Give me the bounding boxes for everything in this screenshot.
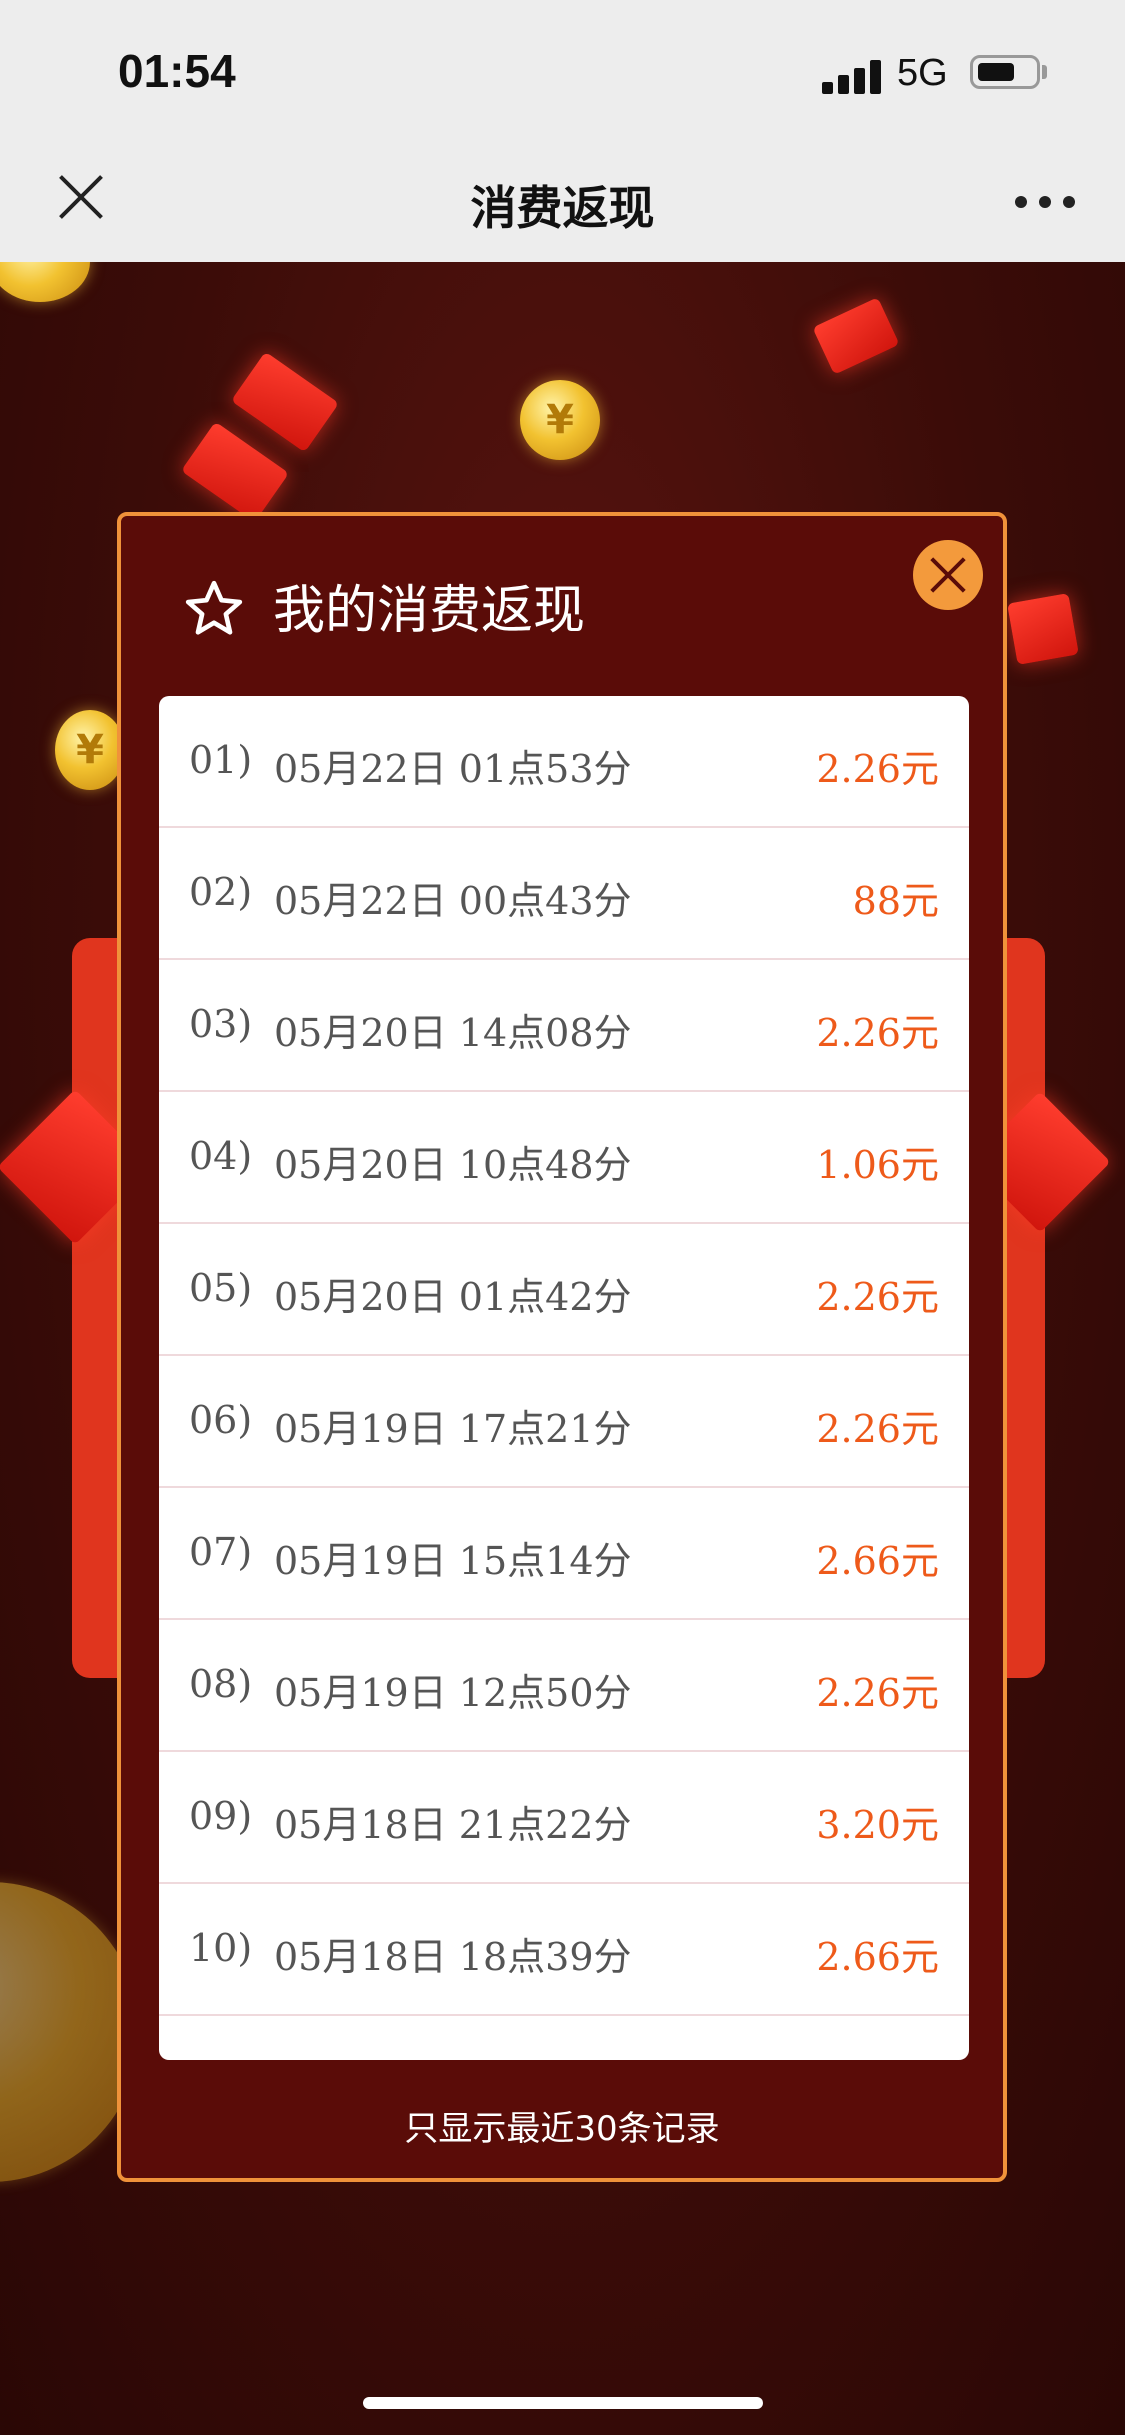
record-time: 05月18日 21点22分 xyxy=(274,1803,632,1847)
record-row: 09) 05月18日 21点22分 3.20元 xyxy=(159,1752,969,1884)
record-index: 04) xyxy=(189,1134,253,1178)
record-row: 06) 05月19日 17点21分 2.26元 xyxy=(159,1356,969,1488)
battery-cap xyxy=(1042,65,1047,79)
coin-icon: ¥ xyxy=(55,710,125,790)
record-amount: 2.66元 xyxy=(816,1935,939,1979)
record-index: 05) xyxy=(189,1266,253,1310)
cashback-dialog: 我的消费返现 01) 05月22日 01点53分 2.26元 02) 05月22日 00… xyxy=(117,512,1007,2182)
network-type: 5G xyxy=(897,52,948,94)
red-envelope-icon xyxy=(812,297,900,375)
record-index: 01) xyxy=(189,738,253,782)
record-amount: 88元 xyxy=(852,879,939,923)
record-time: 05月18日 18点39分 xyxy=(274,1935,632,1979)
coin-icon: ¥ xyxy=(520,380,600,460)
coin-icon xyxy=(0,262,90,302)
record-index: 03) xyxy=(189,1002,253,1046)
record-index: 08) xyxy=(189,1662,253,1706)
record-index: 02) xyxy=(189,870,253,914)
record-list: 01) 05月22日 01点53分 2.26元 02) 05月22日 00点43分 88元… xyxy=(159,696,969,2060)
record-time: 05月19日 12点50分 xyxy=(274,1671,632,1715)
record-time: 05月19日 15点14分 xyxy=(274,1539,632,1583)
status-time: 01:54 xyxy=(118,45,236,97)
record-amount: 2.66元 xyxy=(816,1539,939,1583)
red-envelope-icon xyxy=(1007,593,1079,665)
record-index: 09) xyxy=(189,1794,253,1838)
record-amount: 2.26元 xyxy=(816,1275,939,1319)
record-amount: 2.26元 xyxy=(816,1671,939,1715)
red-envelope-icon xyxy=(180,421,290,523)
record-row: 02) 05月22日 00点43分 88元 xyxy=(159,828,969,960)
page-title: 消费返现 xyxy=(470,181,655,235)
battery-icon xyxy=(970,55,1040,89)
record-amount: 3.20元 xyxy=(816,1803,939,1847)
nav-bar: 消费返现 xyxy=(0,150,1125,263)
record-time: 05月22日 00点43分 xyxy=(274,879,632,923)
record-row: 10) 05月18日 18点39分 2.66元 xyxy=(159,1884,969,2016)
record-index: 10) xyxy=(189,1926,253,1970)
home-indicator[interactable] xyxy=(363,2397,763,2409)
record-index: 06) xyxy=(189,1398,253,1442)
status-bar: 01:54 5G xyxy=(0,0,1125,150)
record-row: 05) 05月20日 01点42分 2.26元 xyxy=(159,1224,969,1356)
record-row: 01) 05月22日 01点53分 2.26元 xyxy=(159,696,969,828)
record-time: 05月20日 01点42分 xyxy=(274,1275,632,1319)
record-time: 05月19日 17点21分 xyxy=(274,1407,632,1451)
record-row: 07) 05月19日 15点14分 2.66元 xyxy=(159,1488,969,1620)
star-icon xyxy=(185,580,243,635)
dialog-footer-note: 只显示最近30条记录 xyxy=(404,2109,720,2149)
record-time: 05月22日 01点53分 xyxy=(274,747,632,791)
record-row: 03) 05月20日 14点08分 2.26元 xyxy=(159,960,969,1092)
record-time: 05月20日 14点08分 xyxy=(274,1011,632,1055)
record-amount: 2.26元 xyxy=(816,1407,939,1451)
record-amount: 2.26元 xyxy=(816,747,939,791)
red-envelope-icon xyxy=(230,351,340,453)
record-amount: 2.26元 xyxy=(816,1011,939,1055)
record-row: 04) 05月20日 10点48分 1.06元 xyxy=(159,1092,969,1224)
record-index: 07) xyxy=(189,1530,253,1574)
dialog-title: 我的消费返现 xyxy=(273,581,586,641)
signal-icon xyxy=(822,58,882,94)
close-icon[interactable] xyxy=(913,540,983,610)
record-amount: 1.06元 xyxy=(816,1143,939,1187)
record-row: 08) 05月19日 12点50分 2.26元 xyxy=(159,1620,969,1752)
more-icon[interactable] xyxy=(1015,196,1075,210)
record-time: 05月20日 10点48分 xyxy=(274,1143,632,1187)
